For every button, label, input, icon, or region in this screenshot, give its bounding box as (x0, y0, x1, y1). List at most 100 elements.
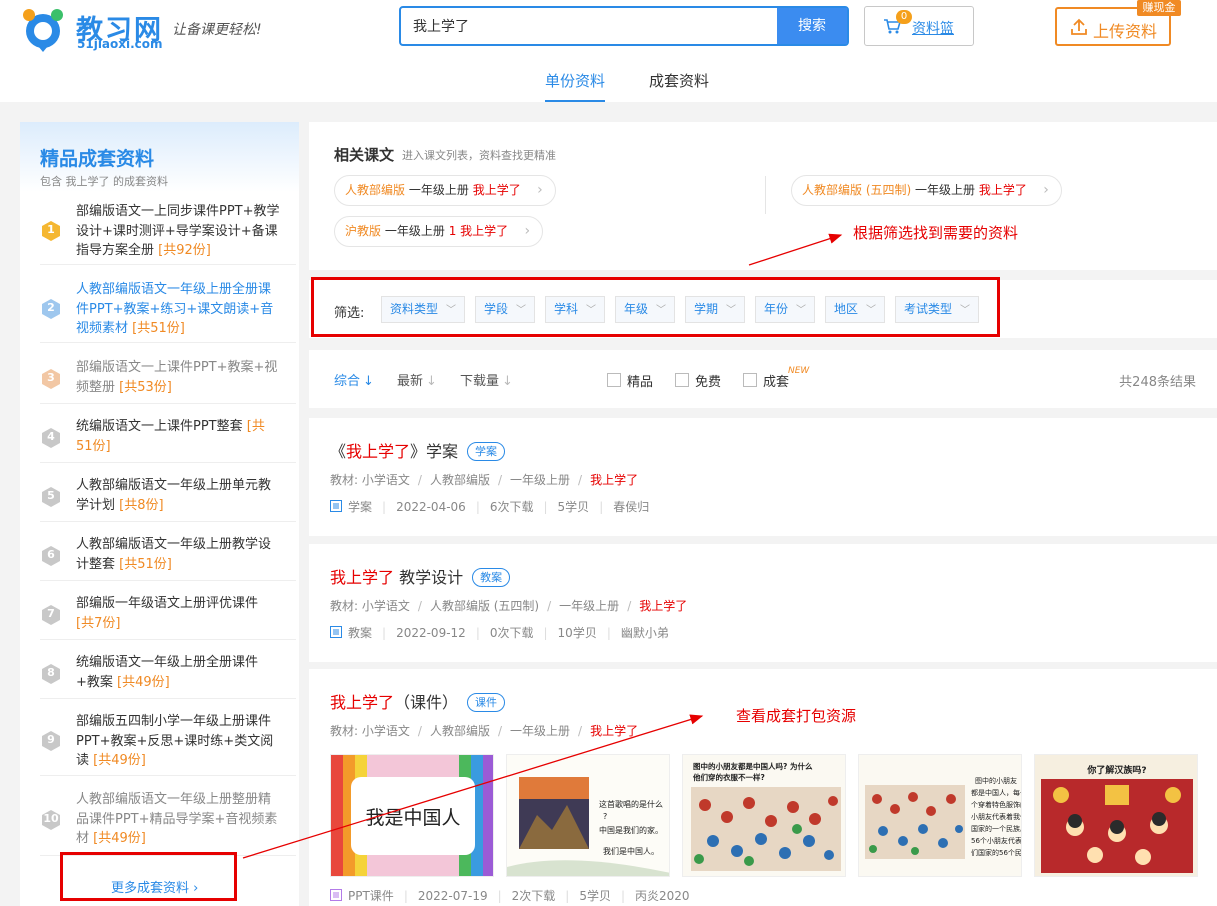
sidebar-item-count: [共49份] (93, 753, 146, 768)
slide-thumbnail[interactable]: 图中的小朋友都是中国人吗? 为什么 他们穿的衣服不一样? (682, 754, 846, 877)
sort-default[interactable]: 综合 ↓ (334, 370, 374, 389)
sidebar-item[interactable]: 8 统编版语文一年级上册全册课件+教案 [共49份] (40, 653, 296, 699)
tab-single[interactable]: 单份资料 (545, 70, 606, 102)
search-bar: 搜索 (399, 6, 849, 46)
svg-text:个穿着特色服饰的: 个穿着特色服饰的 (971, 800, 1022, 809)
sidebar-item[interactable]: 9 部编版五四制小学一年级上册课件PPT+教案+反思+课时练+类文阅读 [共49… (40, 712, 296, 776)
filter-panel: 筛选: 资料类型 ﹀ 学段 ﹀ 学科 ﹀ 年级 ﹀ 学期 ﹀ 年份 ﹀ 地区 ﹀ 考试类型 ﹀ (309, 277, 1217, 338)
result-meta: 教案 | 2022-09-12 | 0次下载 | 10学贝 | 幽默小弟 (330, 624, 669, 641)
arrow-down-icon: ↓ (502, 374, 513, 389)
sidebar-item-count: [共49份] (93, 831, 146, 846)
more-sets-button[interactable]: 更多成套资料 › (60, 852, 237, 901)
sidebar-item[interactable]: 4 统编版语文一上课件PPT整套 [共51份] (40, 417, 296, 463)
slide-thumbnail[interactable]: 图中的小朋友 都是中国人，每一 个穿着特色服饰的 小朋友代表着我们 国家的一个民… (858, 754, 1022, 877)
chevron-right-icon: › (524, 223, 531, 239)
sidebar-item-text: 统编版语文一上课件PPT整套 (76, 419, 243, 434)
sidebar-item[interactable]: 1 部编版语文一上同步课件PPT+教学设计+课时测评+导学案设计+备课指导方案全… (40, 202, 296, 265)
ppt-icon (330, 889, 342, 901)
more-sets-label: 更多成套资料 › (111, 881, 199, 896)
rank-6-icon: 6 (40, 545, 62, 567)
result-type-tag: 课件 (467, 693, 506, 712)
sidebar-item[interactable]: 3 部编版语文一上课件PPT+教案+视频整册 [共53份] (40, 358, 296, 404)
chevron-right-icon: › (1043, 182, 1049, 198)
sidebar-item-count: [共51份] (132, 321, 185, 336)
sidebar-item-count: [共92份] (158, 243, 211, 258)
result-title[interactable]: 《我上学了》学案 学案 (330, 438, 506, 462)
logo-slogan: 让备课更轻松! (172, 22, 262, 38)
sidebar-item-count: [共8份] (119, 497, 164, 513)
sidebar-item-count: [共51份] (119, 556, 172, 572)
svg-text:你了解汉族吗?: 你了解汉族吗? (1086, 764, 1146, 776)
rank-1-icon: 1 (40, 220, 62, 242)
result-item: 《我上学了》学案 学案 教材: 小学语文 / 人教部编版 / 一年级上册 / 我上学了 学案 |… (309, 418, 1217, 536)
search-input[interactable] (401, 8, 779, 44)
sidebar-item-count: [共7份] (76, 615, 121, 631)
divider (765, 176, 766, 214)
related-subtitle: 进入课文列表，资料查找更精准 (402, 149, 556, 162)
svg-text:们国家的56个民族。: 们国家的56个民族。 (971, 848, 1022, 857)
svg-text:中国是我们的家。: 中国是我们的家。 (599, 825, 663, 835)
rank-5-icon: 5 (40, 486, 62, 508)
basket-label: 资料篮 (912, 21, 954, 37)
tab-sets[interactable]: 成套资料 (649, 70, 709, 91)
new-badge: NEW (788, 366, 810, 376)
sidebar-sets: 精品成套资料 包含 我上学了 的成套资料 1 部编版语文一上同步课件PPT+教学… (20, 122, 299, 906)
sort-newest[interactable]: 最新 ↓ (397, 370, 437, 389)
annotation-highlight-box (311, 277, 1000, 337)
sidebar-subtitle: 包含 我上学了 的成套资料 (40, 175, 168, 188)
annotation-filter: 根据筛选找到需要的资料 (853, 224, 1019, 242)
result-meta: PPT课件 | 2022-07-19 | 2次下载 | 5学贝 | 丙炎2020 (330, 887, 690, 904)
sort-bar: 综合 ↓ 最新 ↓ 下载量 ↓ 精品 免费 成套 NEW 共248条结果 (309, 350, 1217, 408)
sidebar-title: 精品成套资料 (40, 148, 155, 170)
rank-2-icon: 2 (40, 298, 62, 320)
sidebar-item[interactable]: 10 人教部编版语文一年级上册整册精品课件PPT+精品导学案+音视频素材 [共4… (40, 790, 296, 856)
slide-thumbnail[interactable]: 这首歌唱的是什么 ? 中国是我们的家。 我们是中国人。 (506, 754, 670, 877)
lesson-chip[interactable]: 人教部编版 (五四制) 一年级上册 我上学了 › (791, 175, 1062, 206)
rank-7-icon: 7 (40, 604, 62, 626)
basket-count-badge: 0 (896, 10, 912, 24)
svg-text:56个小朋友代表着我: 56个小朋友代表着我 (971, 836, 1022, 845)
sort-downloads[interactable]: 下载量 ↓ (460, 370, 513, 389)
result-breadcrumb: 教材: 小学语文 / 人教部编版 (五四制) / 一年级上册 / 我上学了 (330, 599, 688, 613)
check-sets[interactable]: 成套 (743, 371, 789, 390)
result-type-tag: 学案 (467, 442, 506, 461)
result-title[interactable]: 我上学了（课件） 课件 (330, 689, 506, 713)
sidebar-item-text: 部编版一年级语文上册评优课件 (76, 596, 259, 611)
sidebar-item[interactable]: 7 部编版一年级语文上册评优课件 [共7份] (40, 594, 296, 640)
rank-10-icon: 10 (40, 809, 62, 831)
result-breadcrumb: 教材: 小学语文 / 人教部编版 / 一年级上册 / 我上学了 (330, 473, 639, 487)
sidebar-item[interactable]: 6 人教部编版语文一年级上册教学设计整套 [共51份] (40, 535, 296, 581)
word-doc-icon (330, 626, 342, 638)
upload-icon (1071, 18, 1087, 35)
chevron-right-icon: › (537, 182, 543, 198)
sidebar-item-count: [共53份] (119, 379, 172, 395)
sidebar-item-text: 人教部编版语文一年级上册单元教学计划 (76, 478, 272, 513)
svg-text:图中的小朋友都是中国人吗? 为什么: 图中的小朋友都是中国人吗? 为什么 (693, 761, 813, 771)
check-free[interactable]: 免费 (675, 371, 721, 390)
logo-domain: 51jiaoxi.com (77, 37, 163, 51)
slide-thumbnail[interactable]: 我是中国人 (330, 754, 494, 877)
basket-button[interactable]: 0 资料篮 (864, 6, 974, 46)
check-premium[interactable]: 精品 (607, 371, 653, 390)
sidebar-item-count: [共49份] (117, 674, 170, 690)
lesson-chip[interactable]: 沪教版 一年级上册 1 我上学了 › (334, 216, 544, 247)
sidebar-item[interactable]: 2 人教部编版语文一年级上册全册课件PPT+教案+练习+课文朗读+音视频素材 [… (40, 280, 296, 343)
arrow-down-icon: ↓ (426, 374, 437, 389)
site-logo[interactable]: 教习网 51jiaoxi.com 让备课更轻松! (20, 6, 290, 56)
lesson-chip[interactable]: 人教部编版 一年级上册 我上学了 › (334, 175, 556, 206)
sidebar-item-text: 部编版语文一上课件PPT+教案+视频整册 (76, 360, 278, 395)
svg-text:?: ? (603, 812, 607, 821)
svg-text:我是中国人: 我是中国人 (365, 807, 460, 829)
svg-text:我们是中国人。: 我们是中国人。 (603, 846, 659, 856)
result-meta: 学案 | 2022-04-06 | 6次下载 | 5学贝 | 春侯归 (330, 498, 649, 515)
search-button[interactable]: 搜索 (777, 8, 847, 44)
preview-thumbnails: 我是中国人 这首歌唱的是什么 ? 中国是我们的家。 我们是中国人。 图中的小朋友… (330, 754, 1200, 879)
rank-9-icon: 9 (40, 730, 62, 752)
result-type-tag: 教案 (472, 568, 511, 587)
reward-badge: 赚现金 (1137, 0, 1181, 16)
slide-thumbnail[interactable]: 你了解汉族吗? (1034, 754, 1198, 877)
result-title[interactable]: 我上学了 教学设计 教案 (330, 564, 511, 588)
word-doc-icon (330, 500, 342, 512)
sidebar-item[interactable]: 5 人教部编版语文一年级上册单元教学计划 [共8份] (40, 476, 296, 522)
rank-8-icon: 8 (40, 663, 62, 685)
